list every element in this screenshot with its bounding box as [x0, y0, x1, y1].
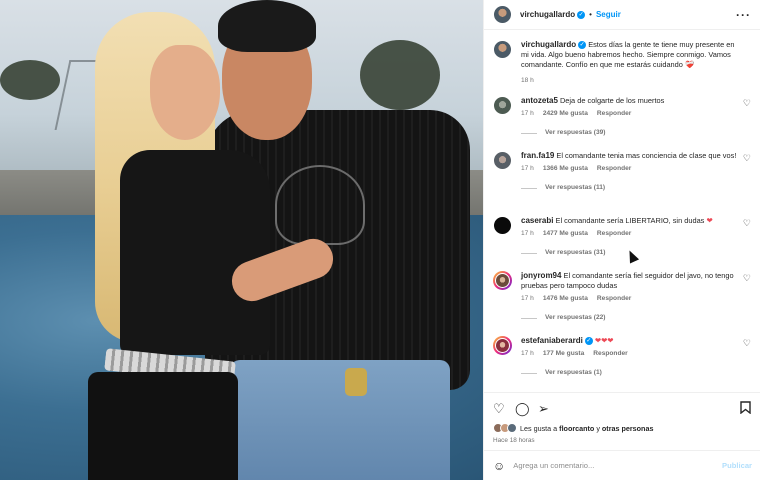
liker-avatar: [507, 423, 517, 433]
comment-avatar[interactable]: [493, 336, 512, 355]
comment-avatar[interactable]: [493, 96, 512, 115]
photo-palm-left: [0, 60, 60, 100]
view-replies-label: Ver respuestas (31): [545, 249, 606, 256]
comment-time: 17 h: [521, 230, 534, 237]
comment-likes[interactable]: 1366 Me gusta: [543, 164, 588, 174]
comment-icon[interactable]: ◯: [515, 401, 530, 417]
view-replies-label: Ver respuestas (22): [545, 314, 606, 321]
comment-time: 17 h: [521, 165, 534, 172]
bookmark-icon[interactable]: [740, 401, 751, 417]
photo-woman-top: [120, 150, 270, 355]
more-options-icon[interactable]: ···: [736, 8, 751, 22]
likes-joiner: y: [596, 423, 600, 433]
send-icon[interactable]: ➢: [538, 401, 549, 417]
comment-time: 17 h: [521, 110, 534, 117]
comment-input[interactable]: [513, 461, 723, 470]
comment-like-heart-icon[interactable]: ♡: [743, 338, 751, 349]
smile-icon[interactable]: ☺: [493, 459, 505, 473]
comment-emoji: ❤❤❤: [594, 336, 614, 345]
post-header: virchugallardo ✓ • Seguir ···: [484, 0, 760, 30]
comment-username[interactable]: estefaniaberardi: [521, 336, 583, 345]
comment-likes[interactable]: 177 Me gusta: [543, 349, 584, 359]
comment-avatar[interactable]: [493, 216, 512, 235]
photo-man-jeans: [230, 360, 450, 480]
reply-button[interactable]: Responder: [597, 294, 631, 304]
separator-dot: •: [589, 10, 592, 19]
comment-username[interactable]: antozeta5: [521, 96, 558, 105]
caption-emoji: ❤️‍🩹: [684, 60, 695, 69]
comments-list[interactable]: virchugallardo ✓ Estos días la gente te t…: [484, 30, 760, 392]
view-replies-label: Ver respuestas (39): [545, 129, 606, 136]
publish-button[interactable]: Publicar: [722, 461, 752, 470]
caption-username[interactable]: virchugallardo: [521, 40, 576, 49]
comment-like-heart-icon[interactable]: ♡: [743, 153, 751, 164]
likes-user-link[interactable]: floorcanto: [559, 424, 594, 433]
comment-emoji: ❤: [706, 216, 713, 225]
comment-likes[interactable]: 1476 Me gusta: [543, 294, 588, 304]
view-replies-button[interactable]: Ver respuestas (1): [521, 368, 743, 378]
comment-username[interactable]: caserabi: [521, 216, 553, 225]
likes-summary[interactable]: Les gusta a floorcanto y otras personas: [493, 423, 653, 433]
verified-badge-icon: ✓: [584, 337, 593, 346]
comment-like-heart-icon[interactable]: ♡: [743, 273, 751, 284]
comment-time: 17 h: [521, 350, 534, 357]
photo-woman-pants: [88, 372, 238, 480]
caption-avatar[interactable]: [493, 40, 512, 59]
follow-button[interactable]: Seguir: [596, 10, 621, 19]
likes-prefix: Les gusta a: [520, 423, 558, 433]
verified-badge-icon: ✓: [578, 41, 587, 50]
photo-palm-right: [360, 40, 440, 110]
post-photo[interactable]: [0, 0, 483, 480]
comment-like-heart-icon[interactable]: ♡: [743, 218, 751, 229]
post-actions-bar: ♡ ◯ ➢ Les gusta a floorcanto y otras per…: [484, 392, 760, 450]
comment-avatar[interactable]: [493, 151, 512, 170]
reply-button[interactable]: Responder: [597, 229, 631, 239]
view-replies-button[interactable]: Ver respuestas (39): [521, 128, 743, 138]
photo-shirt-print: [275, 165, 365, 245]
comment-likes[interactable]: 1477 Me gusta: [543, 229, 588, 239]
reply-button[interactable]: Responder: [593, 349, 627, 359]
likes-others-link[interactable]: otras personas: [602, 424, 654, 433]
post-time: Hace 18 horas: [493, 437, 535, 444]
view-replies-label: Ver respuestas (1): [545, 369, 602, 376]
photo-woman-face: [150, 45, 220, 140]
comment-username[interactable]: fran.fa19: [521, 151, 554, 160]
comment-time: 17 h: [521, 295, 534, 302]
verified-badge-icon: ✓: [577, 10, 586, 19]
comment-composer: ☺ Publicar: [484, 450, 760, 480]
comment-text: El comandante tenia mas conciencia de cl…: [556, 151, 737, 160]
comment-like-heart-icon[interactable]: ♡: [743, 98, 751, 109]
post-side-pane: virchugallardo ✓ • Seguir ··· virchugall…: [483, 0, 760, 480]
comment-text: Deja de colgarte de los muertos: [559, 96, 665, 105]
view-replies-button[interactable]: Ver respuestas (22): [521, 313, 743, 323]
reply-button[interactable]: Responder: [597, 109, 631, 119]
comment-username[interactable]: jonyrom94: [521, 271, 561, 280]
caption-time: 18 h: [521, 77, 534, 84]
comment-avatar[interactable]: [493, 271, 512, 290]
comment-likes[interactable]: 2429 Me gusta: [543, 109, 588, 119]
comment-text: El comandante sería LIBERTARIO, sin duda…: [555, 216, 705, 225]
heart-icon[interactable]: ♡: [493, 401, 505, 417]
photo-man-hair: [218, 0, 316, 52]
author-username[interactable]: virchugallardo: [520, 10, 575, 19]
author-avatar[interactable]: [493, 5, 512, 24]
reply-button[interactable]: Responder: [597, 164, 631, 174]
view-replies-button[interactable]: Ver respuestas (11): [521, 183, 743, 193]
photo-watch: [345, 368, 367, 396]
view-replies-label: Ver respuestas (11): [545, 184, 606, 191]
